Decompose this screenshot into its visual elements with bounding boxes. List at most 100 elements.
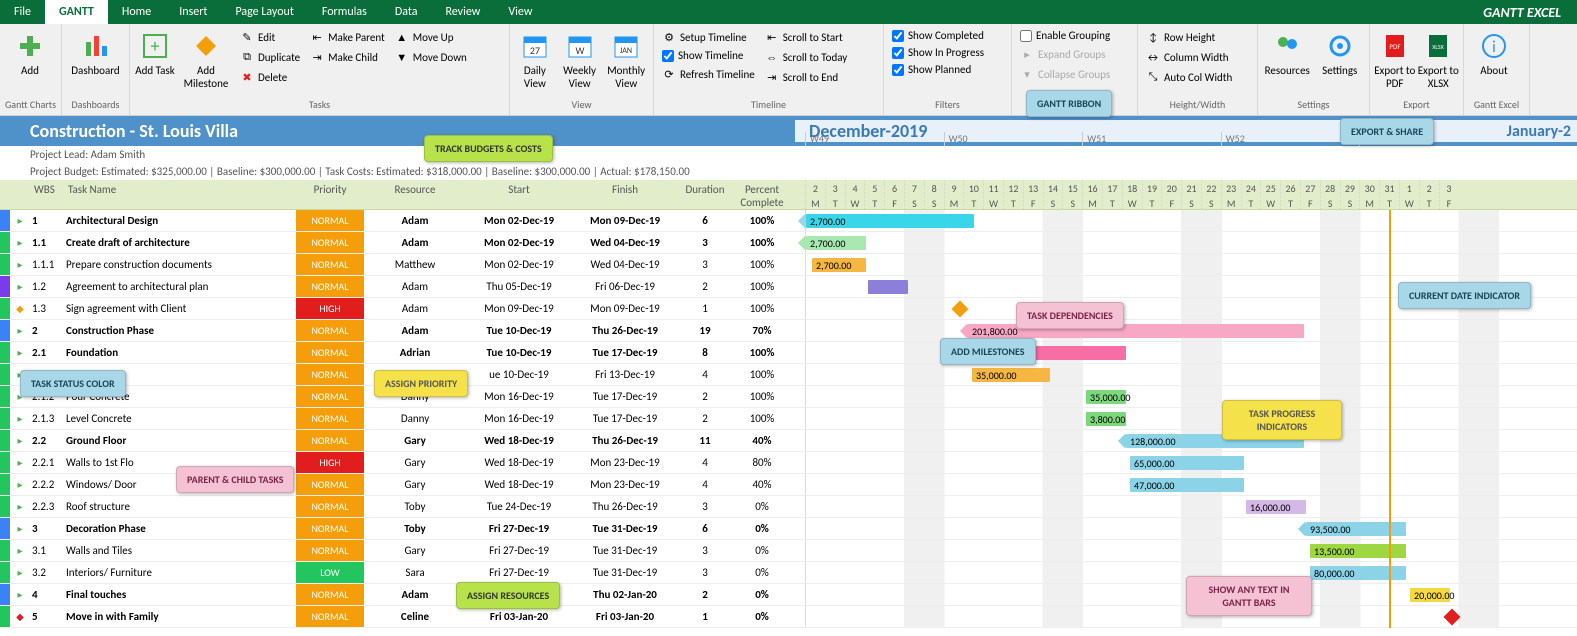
duration[interactable]: 1 [678,610,732,623]
duration[interactable]: 3 [678,566,732,579]
refresh-timeline-button[interactable]: ⟳Refresh Timeline [658,65,759,83]
milestone-marker[interactable] [1444,609,1461,626]
gantt-bar[interactable]: 2,700.00 [806,236,866,250]
row-marker[interactable]: ▸ [10,236,30,249]
finish-date[interactable]: Fri 06-Dec-19 [572,280,678,293]
row-marker[interactable]: ▸ [10,346,30,359]
table-row[interactable]: ▸1.1.1Prepare construction documentsNORM… [0,254,1577,276]
row-marker[interactable]: ▸ [10,258,30,271]
monthly-view-button[interactable]: JANMonthly View [603,26,649,98]
task-name[interactable]: Level Concrete [64,412,296,425]
add-task-button[interactable]: +Add Task [134,26,176,98]
start-date[interactable]: Fri 27-Dec-19 [466,522,572,535]
show-timeline-check[interactable]: Show Timeline [658,48,759,63]
task-name[interactable]: Roof structure [64,500,296,513]
resource[interactable]: Toby [364,522,466,535]
move-down-button[interactable]: ▼Move Down [391,48,471,66]
gantt-bar[interactable]: 80,000.00 [1310,566,1406,580]
table-row[interactable]: ◆1.3Sign agreement with ClientHIGHAdamMo… [0,298,1577,320]
resource[interactable]: Adam [364,324,466,337]
duration[interactable]: 3 [678,544,732,557]
priority-badge[interactable]: NORMAL [296,276,364,297]
percent-complete[interactable]: 100% [732,280,792,293]
finish-date[interactable]: Thu 26-Dec-19 [572,434,678,447]
table-row[interactable]: ▸1.2Agreement to architectural planNORMA… [0,276,1577,298]
finish-date[interactable]: Fri 13-Dec-19 [572,368,678,381]
about-button[interactable]: iAbout [1468,26,1520,98]
finish-date[interactable]: Thu 02-Jan-20 [572,588,678,601]
priority-badge[interactable]: NORMAL [296,430,364,451]
resource[interactable]: Sara [364,566,466,579]
export-pdf-button[interactable]: PDFExport to PDF [1374,26,1416,98]
scroll-end-button[interactable]: ⇥Scroll to End [761,68,852,86]
table-row[interactable]: ▸3.1Walls and TilesNORMALGaryFri 27-Dec-… [0,540,1577,562]
start-date[interactable]: Fri 27-Dec-19 [466,544,572,557]
priority-badge[interactable]: NORMAL [296,254,364,275]
finish-date[interactable]: Tue 31-Dec-19 [572,566,678,579]
task-name[interactable]: Move in with Family [64,610,296,623]
priority-badge[interactable]: NORMAL [296,210,364,231]
scroll-start-button[interactable]: ⇤Scroll to Start [761,28,852,46]
finish-date[interactable]: Tue 31-Dec-19 [572,544,678,557]
setup-timeline-button[interactable]: ⚙Setup Timeline [658,28,759,46]
finish-date[interactable]: Fri 03-Jan-20 [572,610,678,623]
show-inprogress-check[interactable]: Show In Progress [888,45,988,60]
menu-page-layout[interactable]: Page Layout [221,0,307,24]
priority-badge[interactable]: NORMAL [296,386,364,407]
col-complete[interactable]: Percent Complete [732,180,792,209]
start-date[interactable]: Fri 27-Dec-19 [466,566,572,579]
priority-badge[interactable]: NORMAL [296,342,364,363]
menu-file[interactable]: File [0,0,45,24]
priority-badge[interactable]: NORMAL [296,408,364,429]
finish-date[interactable]: Wed 04-Dec-19 [572,258,678,271]
edit-button[interactable]: ✎Edit [236,28,304,46]
percent-complete[interactable]: 0% [732,566,792,579]
finish-date[interactable]: Mon 09-Dec-19 [572,302,678,315]
gantt-bar[interactable] [868,280,908,294]
duration[interactable]: 8 [678,346,732,359]
task-name[interactable]: Final touches [64,588,296,601]
duration[interactable]: 2 [678,280,732,293]
resource[interactable]: Matthew [364,258,466,271]
resource[interactable]: Gary [364,434,466,447]
row-marker[interactable]: ▸ [10,500,30,513]
col-resource[interactable]: Resource [364,180,466,209]
duration[interactable]: 19 [678,324,732,337]
finish-date[interactable]: Mon 23-Dec-19 [572,478,678,491]
start-date[interactable]: Mon 16-Dec-19 [466,390,572,403]
resource[interactable]: Adam [364,280,466,293]
finish-date[interactable]: Wed 04-Dec-19 [572,236,678,249]
table-row[interactable]: ▸2Construction PhaseNORMALAdamTue 10-Dec… [0,320,1577,342]
table-row[interactable]: ▸1Architectural DesignNORMALAdamMon 02-D… [0,210,1577,232]
resource[interactable]: Adam [364,236,466,249]
duration[interactable]: 6 [678,522,732,535]
start-date[interactable]: ue 10-Dec-19 [466,368,572,381]
row-marker[interactable]: ▸ [10,522,30,535]
start-date[interactable]: Fri 03-Jan-20 [466,610,572,623]
col-wbs[interactable]: WBS [30,180,64,209]
gantt-bar[interactable]: 47,000.00 [1130,478,1244,492]
start-date[interactable]: Tue 24-Dec-19 [466,500,572,513]
export-xlsx-button[interactable]: XLSXExport to XLSX [1418,26,1460,98]
task-name[interactable]: Prepare construction documents [64,258,296,271]
row-marker[interactable]: ▸ [10,412,30,425]
percent-complete[interactable]: 0% [732,588,792,601]
duration[interactable]: 1 [678,302,732,315]
duration[interactable]: 2 [678,588,732,601]
finish-date[interactable]: Thu 26-Dec-19 [572,324,678,337]
make-parent-button[interactable]: ⇤Make Parent [306,28,389,46]
row-marker[interactable]: ▸ [10,478,30,491]
auto-col-button[interactable]: ⤡Auto Col Width [1142,68,1236,86]
row-marker[interactable]: ▸ [10,214,30,227]
percent-complete[interactable]: 100% [732,214,792,227]
priority-badge[interactable]: NORMAL [296,232,364,253]
show-completed-check[interactable]: Show Completed [888,28,988,43]
duration[interactable]: 4 [678,478,732,491]
scroll-today-button[interactable]: ⇔Scroll to Today [761,48,852,66]
table-row[interactable]: ▸1.1Create draft of architectureNORMALAd… [0,232,1577,254]
resource[interactable]: Celine [364,610,466,623]
task-name[interactable]: Foundation [64,346,296,359]
resource[interactable]: Adam [364,214,466,227]
percent-complete[interactable]: 0% [732,522,792,535]
col-finish[interactable]: Finish [572,180,678,209]
